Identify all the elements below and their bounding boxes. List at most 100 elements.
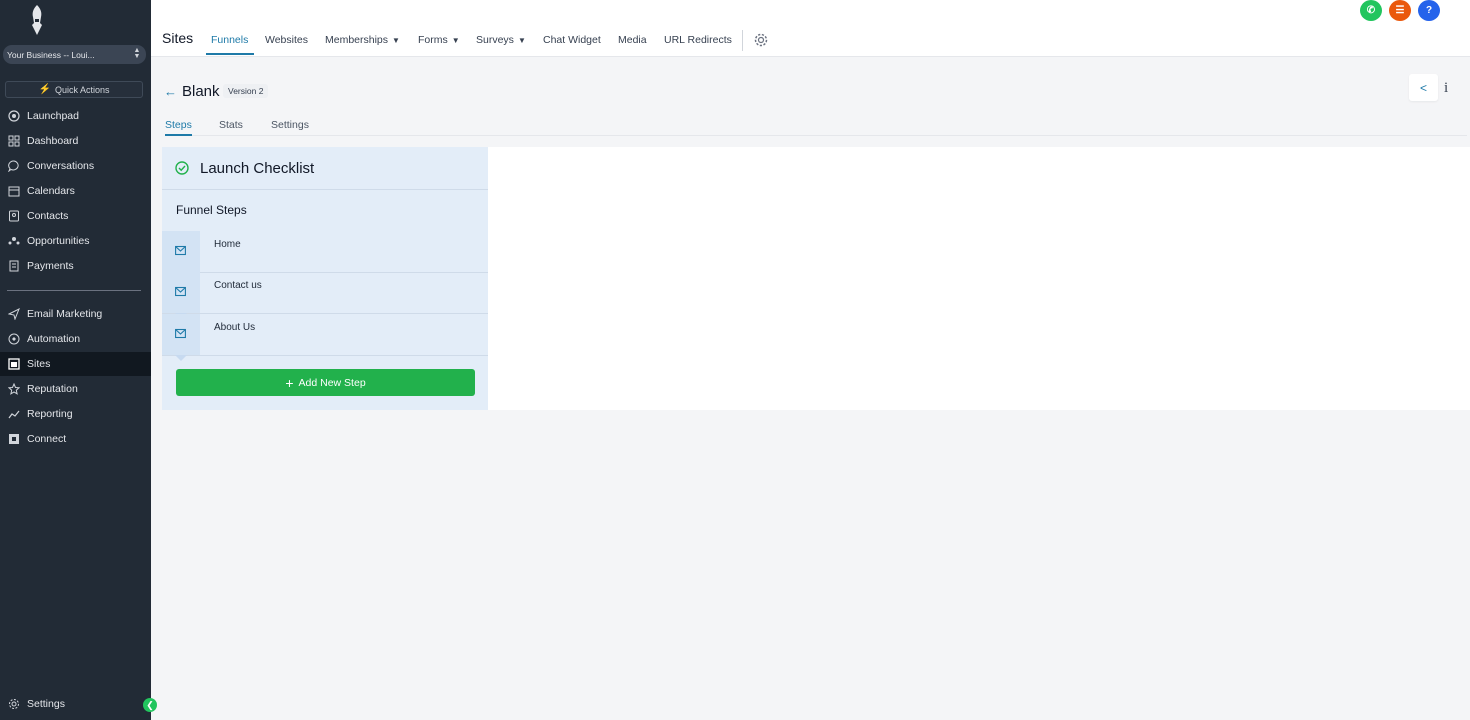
- trend-icon: [8, 408, 20, 420]
- sidebar: Your Business -- Loui... ▲ ▼ ⚡ Quick Acti…: [0, 0, 151, 720]
- sidebar-item-label: Sites: [27, 358, 51, 370]
- sidebar-item-label: Contacts: [27, 210, 69, 222]
- sidebar-item-conversations[interactable]: Conversations: [0, 154, 151, 178]
- sidebar-item-email-marketing[interactable]: Email Marketing: [0, 302, 151, 326]
- chevron-down-icon: ▼: [451, 35, 460, 45]
- sidebar-item-settings[interactable]: Settings: [0, 692, 151, 716]
- calendar-icon: [8, 185, 20, 197]
- add-step-label: Add New Step: [298, 376, 366, 389]
- chat-icon: [8, 160, 20, 172]
- step-preview-area: [488, 147, 1470, 410]
- sidebar-item-label: Settings: [27, 698, 65, 710]
- tab-forms[interactable]: Forms ▼: [418, 34, 460, 46]
- sidebar-item-connect[interactable]: Connect: [0, 427, 151, 451]
- list-item[interactable]: About Us: [162, 314, 488, 361]
- business-selector[interactable]: Your Business -- Loui... ▲ ▼: [3, 45, 146, 64]
- sidebar-item-label: Email Marketing: [27, 308, 103, 320]
- subtab-settings[interactable]: Settings: [271, 119, 309, 131]
- step-label: Home: [214, 239, 241, 250]
- sidebar-item-label: Dashboard: [27, 135, 79, 147]
- step-label: About Us: [214, 322, 256, 333]
- tab-surveys[interactable]: Surveys ▼: [476, 34, 526, 46]
- bolt-icon: ⚡: [38, 84, 51, 95]
- automation-icon: [8, 333, 20, 345]
- tab-separator: [742, 30, 743, 51]
- tab-url-redirects[interactable]: URL Redirects: [664, 34, 732, 46]
- quick-actions-label: Quick Actions: [54, 84, 110, 95]
- plus-icon: +: [285, 374, 294, 391]
- sidebar-item-label: Conversations: [27, 160, 95, 172]
- sidebar-item-label: Reputation: [27, 383, 78, 395]
- star-icon: [8, 383, 20, 395]
- collapse-sidebar-button[interactable]: ❮: [143, 698, 157, 712]
- check-circle-icon: [175, 161, 189, 175]
- step-label: Contact us: [214, 280, 262, 291]
- payments-icon: [8, 260, 20, 272]
- subtab-steps[interactable]: Steps: [165, 119, 192, 131]
- sidebar-item-automation[interactable]: Automation: [0, 327, 151, 351]
- tab-label: Chat Widget: [543, 34, 601, 46]
- help-icon: ?: [1425, 5, 1433, 16]
- top-nav: Sites Funnels Websites Memberships ▼ Form…: [151, 0, 1470, 57]
- sidebar-item-reputation[interactable]: Reputation: [0, 377, 151, 401]
- sidebar-item-opportunities[interactable]: Opportunities: [0, 229, 151, 253]
- tab-active-indicator: [206, 53, 254, 55]
- launchpad-icon: [8, 110, 20, 122]
- funnel-name: Blank: [182, 83, 220, 100]
- tab-label: Forms: [418, 34, 448, 46]
- phone-icon: ✆: [1366, 5, 1376, 16]
- sidebar-item-reporting[interactable]: Reporting: [0, 402, 151, 426]
- sidebar-item-dashboard[interactable]: Dashboard: [0, 129, 151, 153]
- checklist-title: Launch Checklist: [200, 160, 315, 177]
- back-arrow-icon[interactable]: ←: [164, 84, 177, 99]
- tab-websites[interactable]: Websites: [265, 34, 308, 46]
- sidebar-item-label: Automation: [27, 333, 81, 345]
- contacts-icon: [8, 210, 20, 222]
- tab-funnels[interactable]: Funnels: [211, 34, 248, 46]
- opportunities-icon: [8, 235, 20, 247]
- quick-actions-button[interactable]: ⚡ Quick Actions: [5, 81, 143, 98]
- tab-label: Memberships: [325, 34, 389, 46]
- sidebar-item-payments[interactable]: Payments: [0, 254, 151, 278]
- list-icon: ☰: [1395, 5, 1405, 16]
- sidebar-item-label: Payments: [27, 260, 74, 272]
- tab-chat-widget[interactable]: Chat Widget: [543, 34, 601, 46]
- list-button[interactable]: ☰: [1389, 0, 1411, 21]
- subtab-active-indicator: [165, 134, 192, 136]
- help-button[interactable]: ?: [1418, 0, 1440, 21]
- sidebar-item-sites[interactable]: Sites: [0, 352, 151, 376]
- gear-icon: [8, 698, 20, 710]
- phone-button[interactable]: ✆: [1360, 0, 1382, 21]
- sidebar-item-calendars[interactable]: Calendars: [0, 179, 151, 203]
- step-connector: [175, 355, 187, 361]
- connect-icon: [8, 433, 20, 445]
- share-button[interactable]: <: [1409, 74, 1438, 101]
- launch-checklist[interactable]: Launch Checklist: [162, 147, 488, 190]
- sidebar-item-launchpad[interactable]: Launchpad: [0, 104, 151, 128]
- add-new-step-button[interactable]: + Add New Step: [176, 369, 475, 396]
- logo-icon: [32, 5, 42, 35]
- gear-icon[interactable]: [754, 33, 768, 47]
- page-title: Sites: [162, 30, 194, 46]
- sidebar-divider: [7, 290, 141, 291]
- subtab-stats[interactable]: Stats: [219, 119, 243, 131]
- info-icon[interactable]: i: [1444, 80, 1448, 97]
- list-item[interactable]: Home: [162, 231, 488, 278]
- steps-heading: Funnel Steps: [176, 203, 247, 217]
- sidebar-item-label: Launchpad: [27, 110, 79, 122]
- sidebar-item-contacts[interactable]: Contacts: [0, 204, 151, 228]
- tab-label: Media: [618, 34, 647, 46]
- sidebar-item-label: Opportunities: [27, 235, 90, 247]
- tab-memberships[interactable]: Memberships ▼: [325, 34, 400, 46]
- chevron-down-icon: ▼: [517, 35, 526, 45]
- tab-media[interactable]: Media: [618, 34, 647, 46]
- mail-icon: [175, 245, 186, 256]
- list-item[interactable]: Contact us: [162, 272, 488, 319]
- mail-icon: [175, 328, 186, 339]
- tab-label: Websites: [265, 34, 308, 46]
- funnel-steps-panel: Launch Checklist Funnel Steps Home Conta…: [162, 147, 488, 410]
- share-icon: <: [1419, 80, 1427, 95]
- tab-label: Funnels: [211, 34, 249, 46]
- subtab-divider: [165, 135, 1467, 136]
- mail-icon: [175, 286, 186, 297]
